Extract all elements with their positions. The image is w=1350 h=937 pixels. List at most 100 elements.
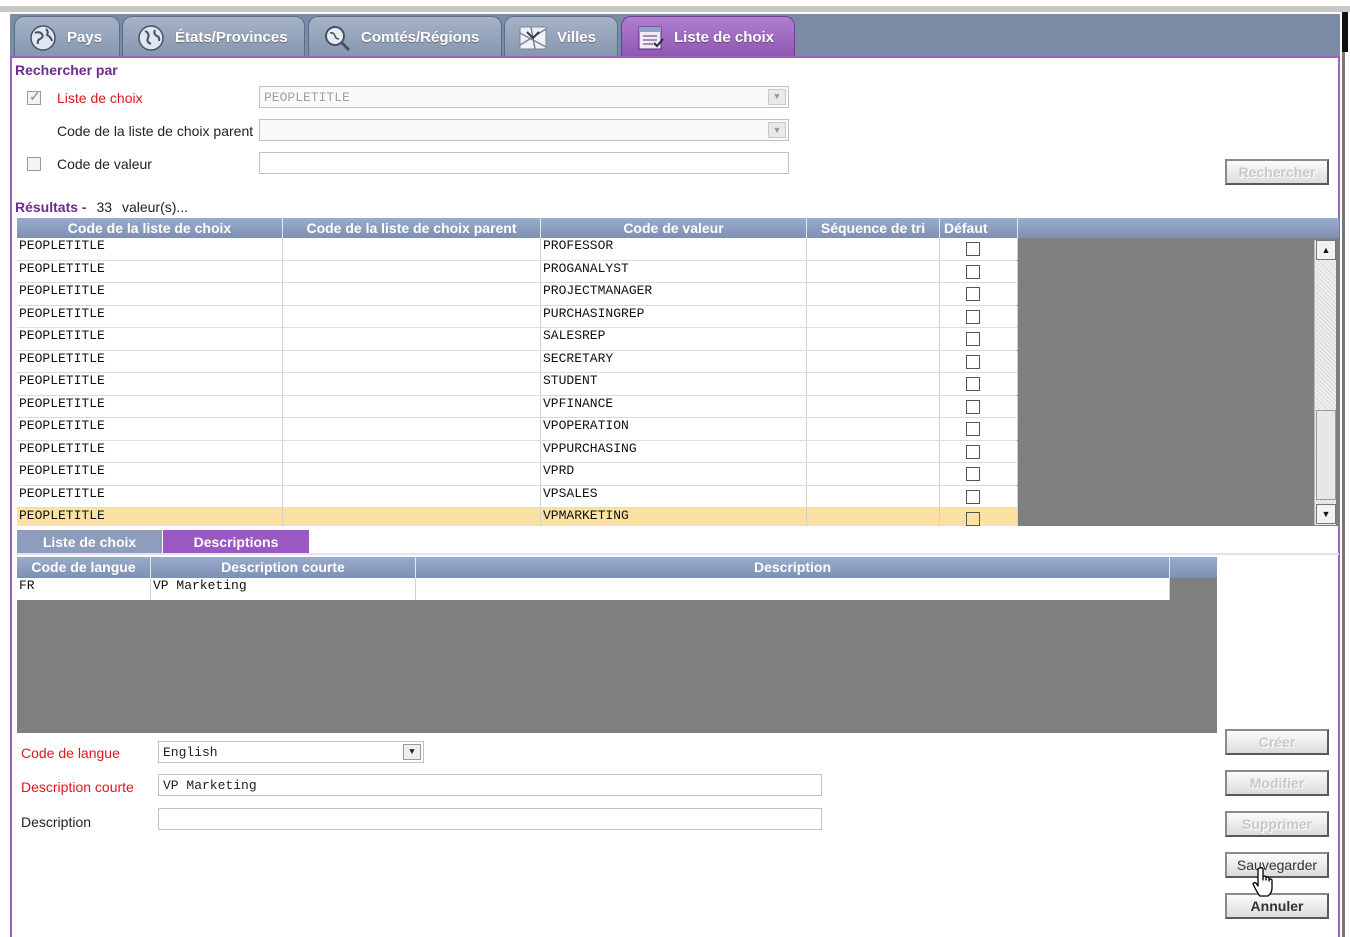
- picklist-checkbox[interactable]: [27, 88, 41, 105]
- table-row[interactable]: PEOPLETITLE PROJECTMANAGER: [17, 283, 1018, 306]
- default-checkbox[interactable]: [966, 332, 980, 346]
- default-checkbox[interactable]: [966, 422, 980, 436]
- column-header-description[interactable]: Description: [416, 557, 1170, 578]
- description-input[interactable]: [158, 808, 822, 830]
- column-header-default[interactable]: Défaut: [940, 218, 1018, 238]
- table-row[interactable]: PEOPLETITLE VPRD: [17, 463, 1018, 486]
- cancel-button[interactable]: Annuler: [1225, 893, 1329, 919]
- cell-sort-sequence: [807, 440, 940, 463]
- list-icon: [634, 23, 666, 53]
- cell-value-code: SALESREP: [541, 328, 807, 350]
- cell-sort-sequence: [807, 305, 940, 328]
- table-row[interactable]: PEOPLETITLE VPMARKETING: [17, 508, 1018, 526]
- cell-parent-code: [283, 238, 541, 260]
- default-checkbox[interactable]: [966, 354, 980, 369]
- table-row[interactable]: PEOPLETITLE STUDENT: [17, 373, 1018, 396]
- cell-default: [940, 508, 1018, 526]
- tab-label: Villes: [557, 29, 596, 46]
- cell-picklist-code: PEOPLETITLE: [17, 328, 283, 350]
- lang-code-value: English: [163, 745, 218, 760]
- cell-picklist-code: PEOPLETITLE: [17, 395, 283, 418]
- scroll-down-icon[interactable]: ▼: [1316, 504, 1336, 524]
- picklist-select-value: PEOPLETITLE: [264, 90, 350, 105]
- descriptions-row[interactable]: FR VP Marketing: [17, 578, 1170, 600]
- table-row[interactable]: PEOPLETITLE VPPURCHASING: [17, 440, 1018, 463]
- tab-comtes-regions[interactable]: Comtés/Régions: [308, 16, 502, 58]
- top-divider: [0, 6, 1350, 12]
- cell-sort-sequence: [807, 418, 940, 440]
- cell-sort-sequence: [807, 463, 940, 485]
- cell-picklist-code: PEOPLETITLE: [17, 485, 283, 508]
- default-checkbox[interactable]: [966, 264, 980, 279]
- search-button[interactable]: Rechercher: [1225, 159, 1329, 185]
- cell-sort-sequence: [807, 350, 940, 373]
- value-code-input[interactable]: [259, 152, 789, 174]
- cell-sort-sequence: [807, 373, 940, 395]
- lang-code-select[interactable]: English ▼: [158, 741, 424, 763]
- default-checkbox[interactable]: [966, 489, 980, 504]
- default-checkbox[interactable]: [966, 399, 980, 414]
- value-code-label: Code de valeur: [57, 156, 152, 172]
- table-row[interactable]: PEOPLETITLE PURCHASINGREP: [17, 305, 1018, 328]
- default-checkbox[interactable]: [966, 444, 980, 459]
- table-row[interactable]: PEOPLETITLE PROGANALYST: [17, 260, 1018, 283]
- cell-parent-code: [283, 283, 541, 305]
- value-code-checkbox[interactable]: [27, 157, 41, 171]
- globe-icon: [27, 23, 59, 53]
- create-button[interactable]: Créer: [1225, 729, 1329, 755]
- default-checkbox[interactable]: [966, 287, 980, 301]
- cell-picklist-code: PEOPLETITLE: [17, 373, 283, 395]
- default-checkbox[interactable]: [966, 467, 980, 481]
- short-desc-input[interactable]: VP Marketing: [158, 774, 822, 796]
- parent-code-select[interactable]: ▼: [259, 119, 789, 141]
- table-row[interactable]: PEOPLETITLE PROFESSOR: [17, 238, 1018, 261]
- column-header-picklist-code[interactable]: Code de la liste de choix: [17, 218, 283, 238]
- city-map-icon: [517, 23, 549, 53]
- window-right-edge: [1342, 12, 1350, 937]
- column-header-sort-sequence[interactable]: Séquence de tri: [807, 218, 940, 238]
- default-checkbox[interactable]: [966, 242, 980, 256]
- table-row[interactable]: PEOPLETITLE VPFINANCE: [17, 395, 1018, 418]
- cell-parent-code: [283, 463, 541, 485]
- column-header-parent-code[interactable]: Code de la liste de choix parent: [283, 218, 541, 238]
- cell-picklist-code: PEOPLETITLE: [17, 260, 283, 283]
- table-row[interactable]: PEOPLETITLE SALESREP: [17, 328, 1018, 351]
- default-checkbox[interactable]: [966, 377, 980, 391]
- table-row[interactable]: PEOPLETITLE SECRETARY: [17, 350, 1018, 373]
- cell-picklist-code: PEOPLETITLE: [17, 508, 283, 526]
- scroll-thumb[interactable]: [1316, 410, 1336, 500]
- chevron-down-icon[interactable]: ▼: [403, 744, 421, 760]
- table-row[interactable]: PEOPLETITLE VPSALES: [17, 485, 1018, 508]
- cell-picklist-code: PEOPLETITLE: [17, 283, 283, 305]
- scroll-up-icon[interactable]: ▲: [1316, 240, 1336, 260]
- column-header-lang-code[interactable]: Code de langue: [17, 557, 151, 578]
- results-scrollbar[interactable]: ▲ ▼: [1314, 240, 1336, 525]
- main-panel: Rechercher par Liste de choix PEOPLETITL…: [10, 56, 1340, 937]
- cell-value-code: PROGANALYST: [541, 260, 807, 283]
- tab-etats-provinces[interactable]: États/Provinces: [122, 16, 305, 58]
- default-checkbox[interactable]: [966, 309, 980, 324]
- cell-default: [940, 395, 1018, 418]
- tab-liste-de-choix[interactable]: Liste de choix: [621, 16, 795, 58]
- tab-pays[interactable]: Pays: [14, 16, 120, 58]
- modify-button[interactable]: Modifier: [1225, 770, 1329, 796]
- column-header-short-desc[interactable]: Description courte: [151, 557, 416, 578]
- cell-default: [940, 373, 1018, 395]
- cell-value-code: SECRETARY: [541, 350, 807, 373]
- cell-value-code: VPMARKETING: [541, 508, 807, 526]
- subtab-descriptions[interactable]: Descriptions: [163, 530, 309, 553]
- cell-default: [940, 485, 1018, 508]
- tab-label: États/Provinces: [175, 29, 288, 46]
- default-checkbox[interactable]: [966, 512, 980, 526]
- chevron-down-icon[interactable]: ▼: [768, 89, 786, 105]
- subtab-picklist[interactable]: Liste de choix: [17, 530, 162, 553]
- description-label: Description: [21, 814, 92, 830]
- save-button[interactable]: Sauvegarder: [1225, 852, 1329, 878]
- tab-villes[interactable]: Villes: [504, 16, 618, 58]
- chevron-down-icon[interactable]: ▼: [768, 122, 786, 138]
- picklist-select[interactable]: PEOPLETITLE ▼: [259, 86, 789, 108]
- table-row[interactable]: PEOPLETITLE VPOPERATION: [17, 418, 1018, 441]
- cell-sort-sequence: [807, 328, 940, 350]
- column-header-value-code[interactable]: Code de valeur: [541, 218, 807, 238]
- delete-button[interactable]: Supprimer: [1225, 811, 1329, 837]
